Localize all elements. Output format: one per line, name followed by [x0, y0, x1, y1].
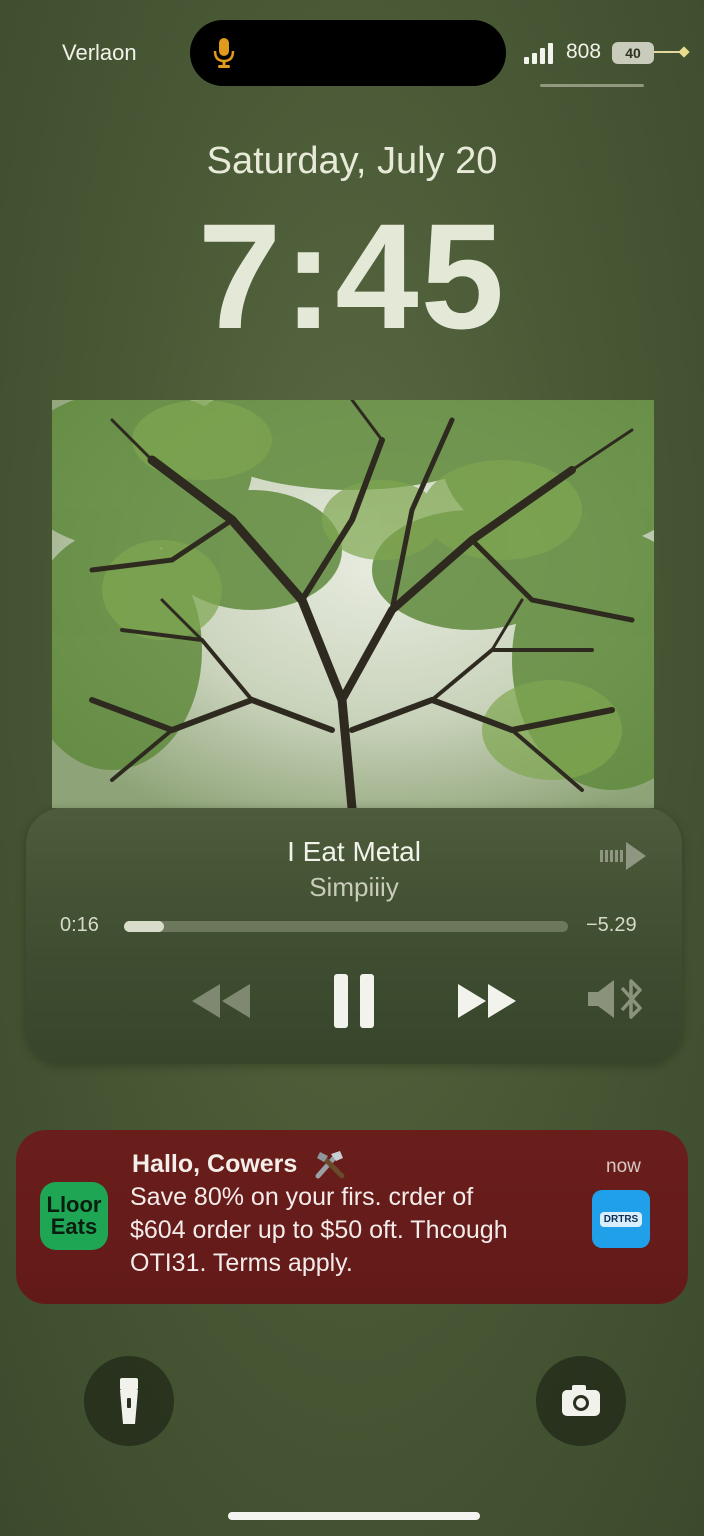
pause-icon[interactable] [332, 972, 376, 1030]
album-artwork[interactable] [52, 400, 654, 808]
tools-icon [315, 1151, 345, 1179]
tree-canopy-image [52, 400, 654, 808]
home-indicator[interactable] [228, 1512, 480, 1520]
notification-title: Hallo, Cowers [132, 1150, 298, 1178]
battery-level: 40 [625, 45, 641, 61]
signal-icon [524, 42, 558, 64]
song-title: I Eat Metal [287, 836, 421, 867]
progress-fill [124, 921, 164, 932]
camera-button[interactable] [536, 1356, 626, 1446]
notification-time: now [606, 1156, 641, 1177]
dynamic-island[interactable] [190, 20, 506, 86]
progress-track[interactable] [124, 921, 568, 932]
charging-tip-icon [678, 46, 690, 58]
flashlight-button[interactable] [84, 1356, 174, 1446]
carrier-label: Verlaon [62, 40, 137, 65]
elapsed-time: 0:16 [60, 914, 99, 936]
network-label: 808 [566, 40, 602, 63]
notification-thumbnail: DRTRS [592, 1190, 650, 1248]
app-icon-line: Eats [50, 1214, 98, 1239]
status-divider [540, 84, 644, 87]
flashlight-icon [120, 1378, 138, 1424]
microphone-icon [213, 38, 235, 68]
thumbnail-label: DRTRS [599, 1211, 643, 1227]
remaining-time: −5.29 [586, 914, 637, 936]
notification-body-line: OTI31. Terms apply. [130, 1249, 353, 1277]
airplay-icon[interactable] [598, 840, 648, 872]
notification-body-line: $604 order up to $50 oft. Thcough [130, 1216, 508, 1244]
rewind-icon[interactable] [190, 982, 252, 1020]
notification-body: Save 80% on your firs. crder of $604 ord… [130, 1181, 582, 1280]
fast-forward-icon[interactable] [456, 982, 518, 1020]
app-icon: Lloor Eats [40, 1182, 108, 1250]
artist-name: Simpiiiy [309, 872, 399, 902]
volume-bluetooth-icon[interactable] [586, 976, 650, 1022]
camera-icon [562, 1385, 600, 1416]
lock-date: Saturday, July 20 [206, 140, 498, 182]
lock-time: 7:45 [197, 192, 507, 360]
app-icon-line: Lloor [46, 1192, 102, 1217]
notification-body-line: Save 80% on your firs. crder of [130, 1183, 474, 1211]
